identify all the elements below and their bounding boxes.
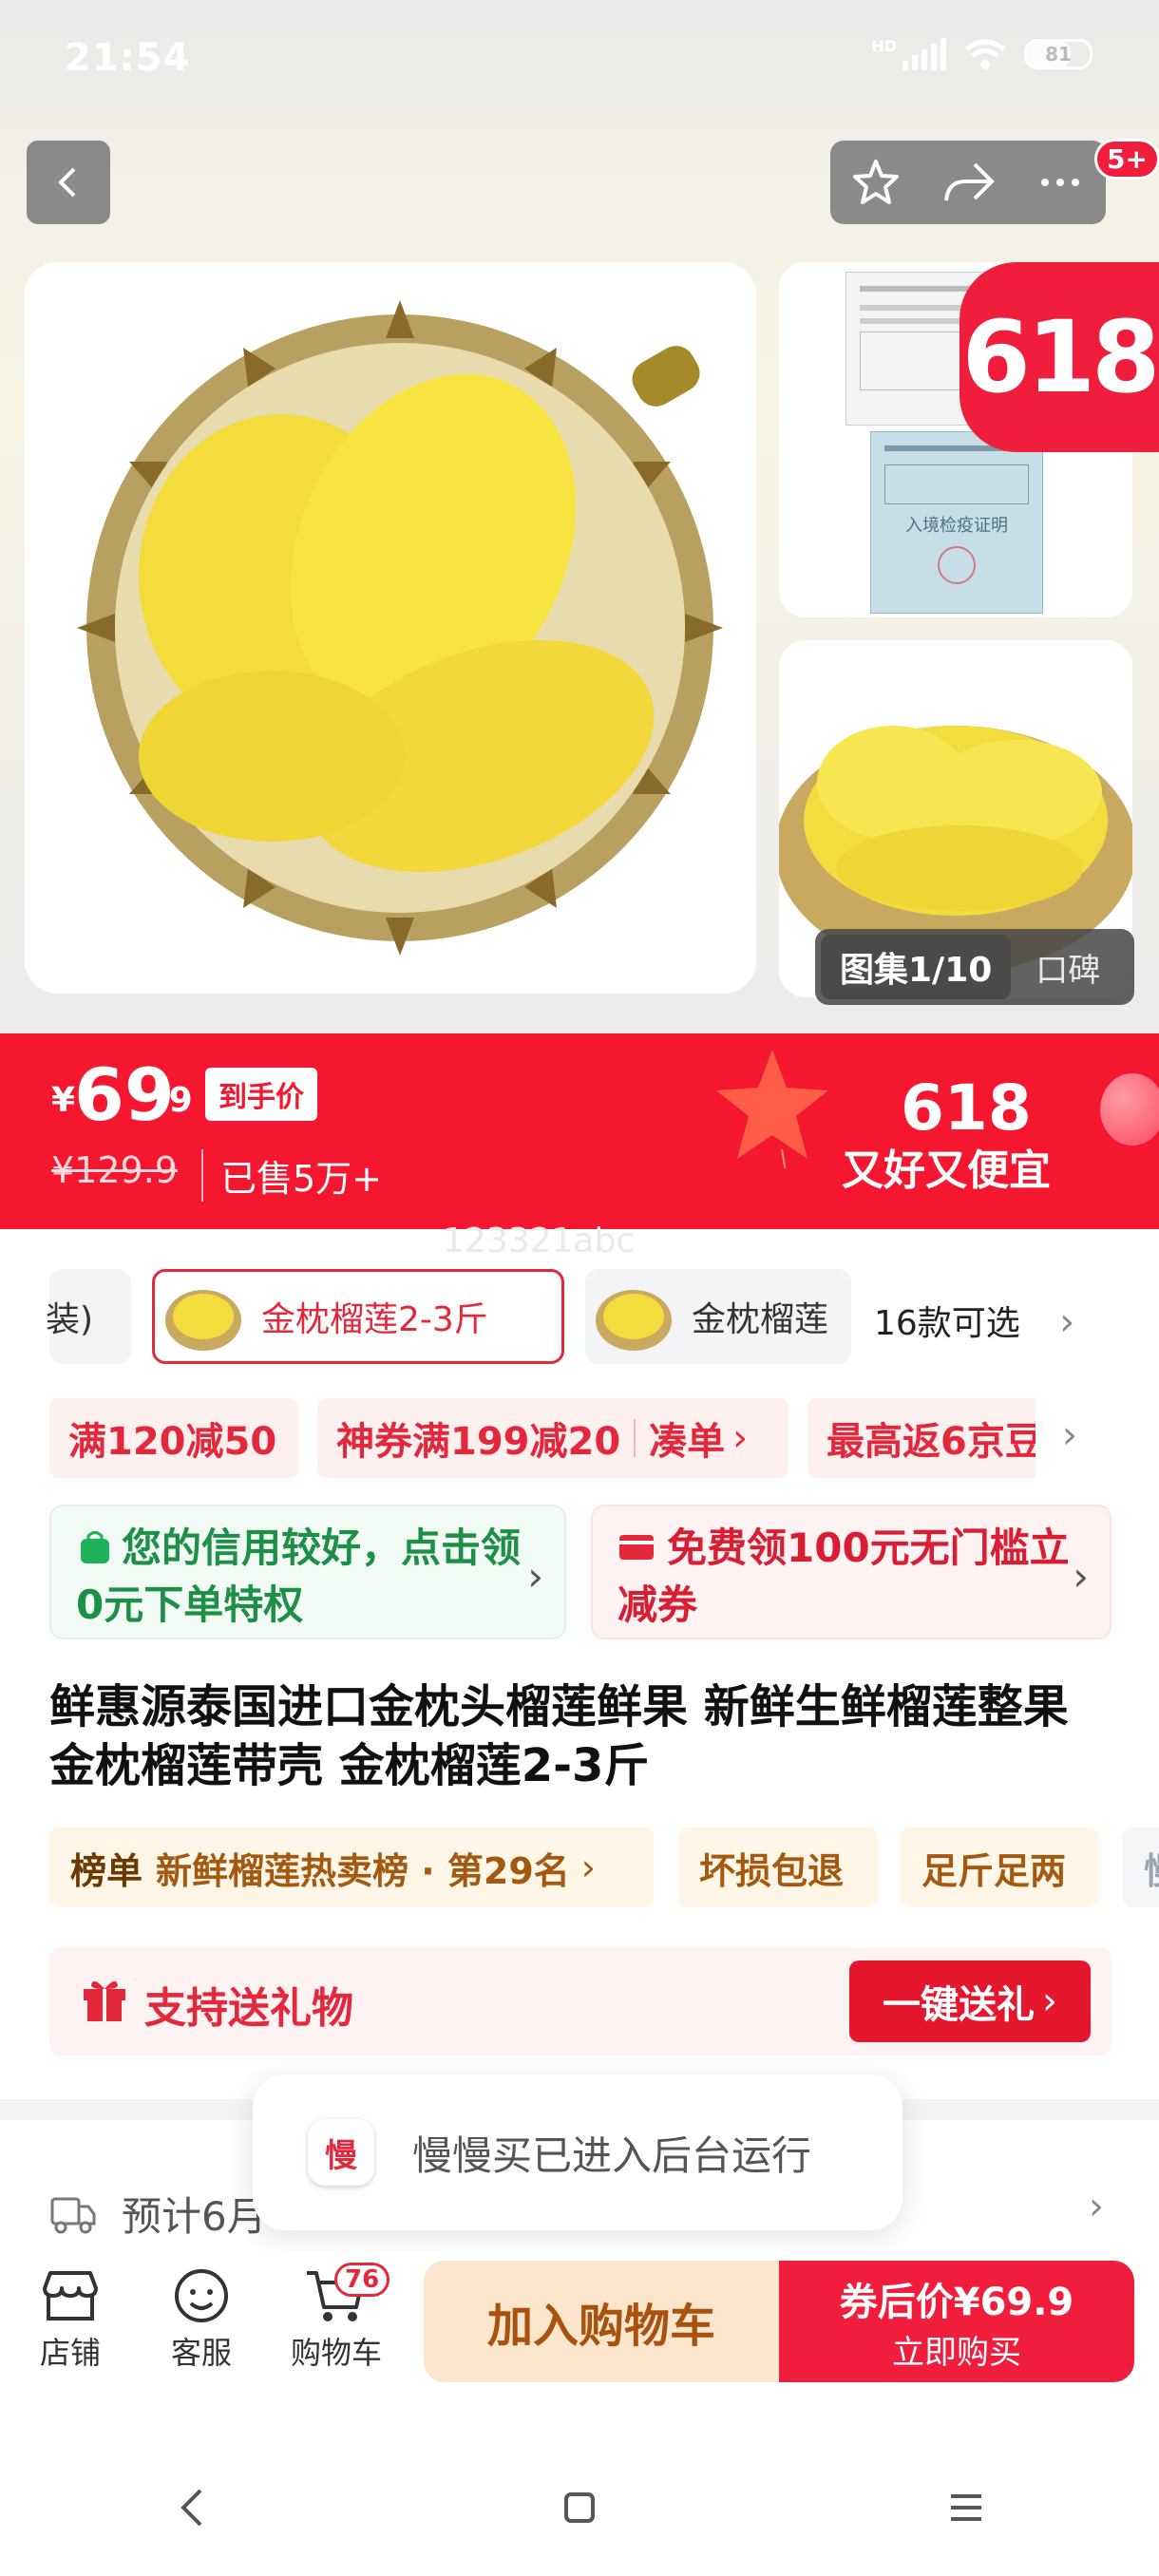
price-decimal: .9 [156,1081,193,1120]
coupon-voucher-action: 凑单 [649,1420,726,1464]
chevron-right-icon: › [527,1553,543,1600]
divider [634,1419,636,1457]
send-gift-button[interactable]: 一键送礼 › [849,1960,1091,2042]
status-time: 21:54 [65,36,191,80]
sku-option-next[interactable]: 金枕榴莲 [585,1269,851,1364]
shop-label: 店铺 [39,2335,101,2371]
battery-icon: 81 [1024,39,1092,69]
sku-count[interactable]: 16款可选 › [874,1296,1074,1345]
buy-now-button[interactable]: 券后价¥69.9 立即购买 [779,2261,1134,2382]
delivery-text: 预计6月 [122,2193,267,2240]
sold-count: 已售5万+ [201,1149,382,1202]
sku-selected-label: 金枕榴莲2-3斤 [261,1300,488,1339]
balloon-decoration [1100,1073,1159,1146]
shop-button[interactable]: 店铺 [13,2263,127,2373]
add-to-cart-button[interactable]: 加入购物车 [424,2261,779,2382]
cart-label: 购物车 [290,2335,382,2371]
chevron-left-icon [58,167,76,198]
truck-icon [50,2197,96,2233]
signal-icon [902,38,946,70]
full-weight-tag: 足斤足两 [901,1828,1098,1907]
sku-option-prev[interactable]: 装) [46,1269,131,1364]
ranking-label: 榜单 [70,1849,143,1892]
extra-tag: 慢 [1123,1828,1159,1907]
chevron-right-icon: › [732,1416,749,1460]
nav-home-icon[interactable] [560,2489,598,2527]
original-price: ¥129.9 [51,1149,178,1191]
watermark: 123321abc [443,1222,636,1260]
promo-subtitle: 又好又便宜 [842,1146,1051,1195]
notification-badge: 5+ [1094,139,1159,180]
service-button[interactable]: 客服 [144,2263,258,2373]
coupon-claim-card[interactable]: 免费领100元无门槛立减券 › [591,1505,1112,1639]
nav-menu-icon[interactable] [947,2489,985,2527]
final-price-tag: 到手价 [205,1068,317,1121]
credit-green-text: 您的信用较好，点击领0元下单特权 [76,1525,522,1628]
star-favorite-icon[interactable] [850,157,902,208]
customer-service-icon [175,2269,228,2322]
document-certificate: 入境检疫证明 [870,431,1043,614]
durian-mini-icon [596,1290,672,1351]
coupon-full-reduction[interactable]: 满120减50 [49,1398,298,1478]
nav-back-icon[interactable] [174,2487,212,2529]
service-label: 客服 [170,2335,232,2371]
more-icon[interactable] [1035,157,1086,208]
durian-image [77,300,723,956]
chevron-right-icon: › [1059,1300,1075,1344]
chevron-right-icon: › [1042,1979,1057,2023]
ranking-tag[interactable]: 榜单 新鲜榴莲热卖榜 · 第29名 › [49,1828,654,1907]
currency-symbol: ¥ [51,1081,76,1120]
buy-price-label: 券后价¥69.9 [839,2280,1074,2324]
system-navigation-bar [0,2460,1159,2555]
coupon-voucher-label: 神券满199减20 [336,1420,621,1464]
ranking-text: 新鲜榴莲热卖榜 · 第29名 [156,1849,570,1892]
toast-text: 慢慢买已进入后台运行 [412,2131,812,2179]
credit-privilege-card[interactable]: 您的信用较好，点击领0元下单特权 › [49,1505,566,1639]
gallery-counter[interactable]: 图集1/10 [821,935,1012,999]
star-decoration-icon [716,1050,828,1168]
chevron-right-icon: › [580,1847,596,1888]
app-logo-icon: 慢 [308,2119,374,2186]
gift-icon [84,1980,125,2021]
badge-618: 618 [960,262,1159,452]
gallery-counter-pill[interactable]: 图集1/10 口碑 [815,929,1134,1005]
share-icon[interactable] [940,157,996,208]
network-label: HD [871,36,897,55]
background-toast: 慢 慢慢买已进入后台运行 [253,2074,902,2230]
sku-next-label: 金枕榴莲 [692,1300,829,1339]
chevron-right-icon[interactable]: › [1089,2185,1104,2228]
chevron-right-icon: › [1073,1553,1089,1600]
sku-prev-label: 装) [46,1300,94,1339]
damage-return-tag: 坏损包退 [678,1828,878,1907]
promo-618-title: 618 [901,1071,1032,1145]
gift-label: 支持送礼物 [144,1984,353,2033]
chevron-right-icon[interactable]: › [1062,1413,1077,1457]
reviews-tab[interactable]: 口碑 [1011,944,1100,991]
top-action-group [830,141,1106,224]
product-title: 鲜惠源泰国进口金枕头榴莲鲜果 新鲜生鲜榴莲整果金枕榴莲带壳 金枕榴莲2-3斤 [49,1680,1069,1792]
coupon-cashback[interactable]: 最高返6京豆 [808,1398,1036,1478]
shop-icon [43,2271,98,2320]
delivery-row[interactable]: 预计6月 [49,2185,267,2243]
back-button[interactable] [27,141,110,224]
coupon-voucher[interactable]: 神券满199减20 凑单 › [317,1398,788,1478]
status-icons: HD 81 [871,36,1092,70]
shopping-bag-icon [81,1531,109,1563]
cart-count-badge: 76 [334,2263,390,2297]
card-icon [619,1535,654,1560]
sku-option-selected[interactable]: 金枕榴莲2-3斤 [152,1269,564,1364]
wifi-icon [964,39,1006,69]
durian-mini-icon [165,1290,241,1351]
credit-red-text: 免费领100元无门槛立减券 [618,1525,1070,1628]
certificate-caption: 入境检疫证明 [905,516,1008,536]
main-product-image[interactable] [25,262,756,994]
buy-now-label: 立即购买 [892,2333,1021,2372]
